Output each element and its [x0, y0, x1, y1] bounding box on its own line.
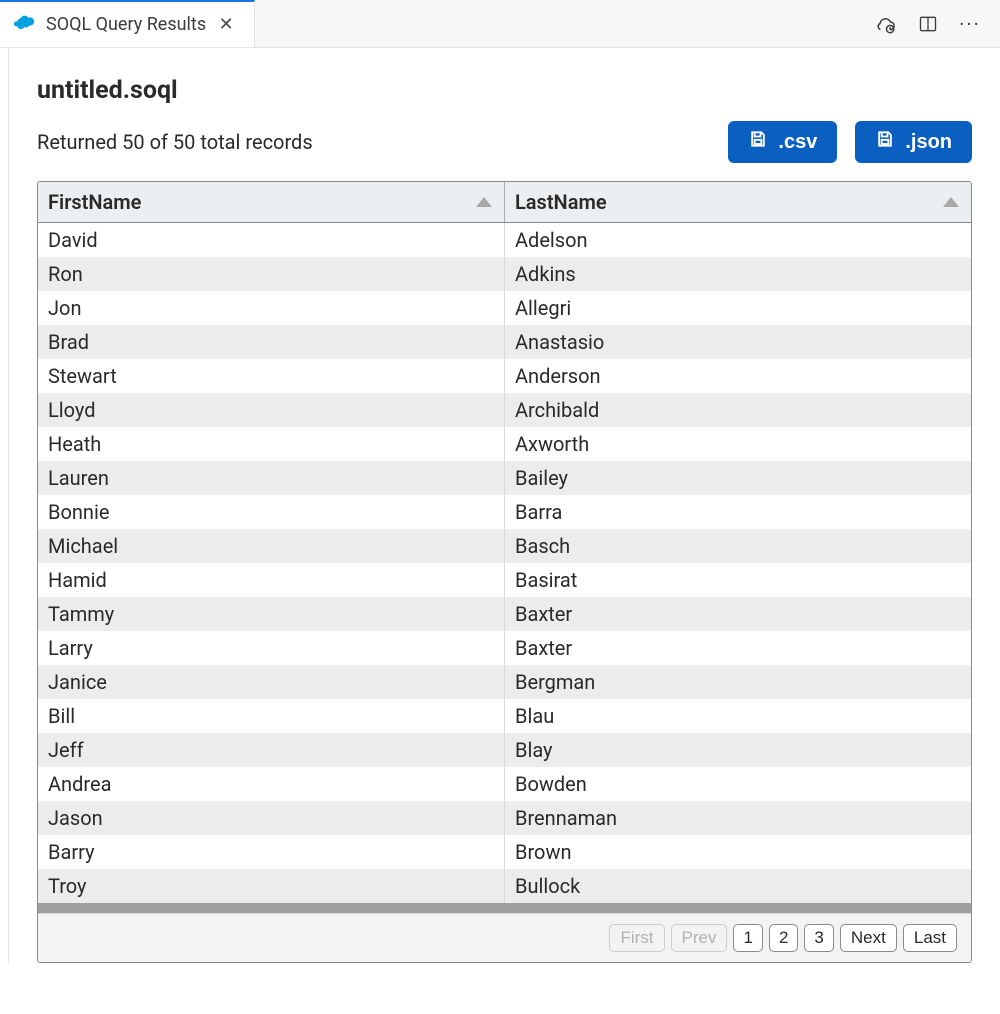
pager-next-button[interactable]: Next [840, 924, 897, 952]
cell-firstname: Jason [38, 801, 505, 835]
cloud-retrieve-icon[interactable] [874, 12, 898, 36]
table-row: TroyBullock [38, 869, 971, 903]
table-header-row: FirstName LastName [38, 182, 971, 223]
table-row: LaurenBailey [38, 461, 971, 495]
cell-lastname: Basch [505, 529, 972, 563]
cell-firstname: Lauren [38, 461, 505, 495]
column-header-label: FirstName [48, 190, 141, 214]
content-area: untitled.soql Returned 50 of 50 total re… [8, 48, 1000, 963]
record-count: Returned 50 of 50 total records [37, 130, 313, 154]
cell-lastname: Barra [505, 495, 972, 529]
cell-firstname: Jeff [38, 733, 505, 767]
table-scrollbar[interactable] [38, 903, 971, 913]
sort-asc-icon [943, 197, 959, 207]
cell-firstname: Hamid [38, 563, 505, 597]
save-icon [748, 129, 768, 155]
column-header-label: LastName [515, 190, 607, 214]
table-row: AndreaBowden [38, 767, 971, 801]
sort-asc-icon [476, 197, 492, 207]
cell-firstname: Bonnie [38, 495, 505, 529]
column-header-lastname[interactable]: LastName [505, 182, 972, 223]
table-row: JonAllegri [38, 291, 971, 325]
cell-lastname: Blau [505, 699, 972, 733]
cell-firstname: Jon [38, 291, 505, 325]
cell-lastname: Allegri [505, 291, 972, 325]
table-row: BarryBrown [38, 835, 971, 869]
cell-lastname: Bergman [505, 665, 972, 699]
cell-lastname: Brennaman [505, 801, 972, 835]
cell-lastname: Archibald [505, 393, 972, 427]
pager-page-button[interactable]: 2 [769, 924, 798, 952]
cell-lastname: Baxter [505, 631, 972, 665]
close-icon[interactable]: ✕ [216, 15, 236, 35]
save-icon [875, 129, 895, 155]
cell-firstname: Stewart [38, 359, 505, 393]
table-row: DavidAdelson [38, 223, 971, 258]
cell-firstname: Troy [38, 869, 505, 903]
table-row: BradAnastasio [38, 325, 971, 359]
cell-firstname: Barry [38, 835, 505, 869]
pager-first-button[interactable]: First [609, 924, 664, 952]
tab-bar: SOQL Query Results ✕ ··· [0, 0, 1000, 48]
cell-lastname: Anastasio [505, 325, 972, 359]
cell-lastname: Basirat [505, 563, 972, 597]
cell-firstname: Larry [38, 631, 505, 665]
table-row: LloydArchibald [38, 393, 971, 427]
cell-lastname: Brown [505, 835, 972, 869]
export-json-label: .json [905, 131, 952, 154]
page-title: untitled.soql [37, 76, 972, 105]
table-row: MichaelBasch [38, 529, 971, 563]
table-row: BonnieBarra [38, 495, 971, 529]
results-table: FirstName LastName DavidAdelsonRonAdkins… [38, 182, 971, 903]
export-csv-button[interactable]: .csv [728, 121, 837, 163]
cell-firstname: Michael [38, 529, 505, 563]
tab-title: SOQL Query Results [46, 14, 206, 35]
meta-row: Returned 50 of 50 total records .csv .js… [37, 121, 972, 163]
pager-page-button[interactable]: 1 [733, 924, 762, 952]
active-tab[interactable]: SOQL Query Results ✕ [0, 0, 255, 47]
table-row: TammyBaxter [38, 597, 971, 631]
table-row: RonAdkins [38, 257, 971, 291]
cell-lastname: Baxter [505, 597, 972, 631]
column-header-firstname[interactable]: FirstName [38, 182, 505, 223]
salesforce-cloud-icon [14, 14, 36, 35]
editor-actions: ··· [874, 12, 1000, 36]
cell-lastname: Adkins [505, 257, 972, 291]
pager-page-button[interactable]: 3 [804, 924, 833, 952]
table-row: JeffBlay [38, 733, 971, 767]
table-row: LarryBaxter [38, 631, 971, 665]
cell-firstname: Janice [38, 665, 505, 699]
export-csv-label: .csv [778, 131, 817, 154]
pager-last-button[interactable]: Last [903, 924, 957, 952]
cell-lastname: Bailey [505, 461, 972, 495]
results-table-container: FirstName LastName DavidAdelsonRonAdkins… [37, 181, 972, 963]
cell-firstname: Andrea [38, 767, 505, 801]
cell-firstname: Ron [38, 257, 505, 291]
cell-lastname: Adelson [505, 223, 972, 258]
cell-firstname: Brad [38, 325, 505, 359]
cell-lastname: Bowden [505, 767, 972, 801]
table-row: HeathAxworth [38, 427, 971, 461]
pager-prev-button[interactable]: Prev [671, 924, 728, 952]
table-row: JasonBrennaman [38, 801, 971, 835]
cell-firstname: Tammy [38, 597, 505, 631]
table-row: BillBlau [38, 699, 971, 733]
cell-lastname: Anderson [505, 359, 972, 393]
cell-firstname: David [38, 223, 505, 258]
table-row: JaniceBergman [38, 665, 971, 699]
split-editor-icon[interactable] [916, 12, 940, 36]
cell-firstname: Lloyd [38, 393, 505, 427]
cell-lastname: Axworth [505, 427, 972, 461]
cell-lastname: Bullock [505, 869, 972, 903]
cell-lastname: Blay [505, 733, 972, 767]
cell-firstname: Heath [38, 427, 505, 461]
pager: First Prev 123 Next Last [38, 913, 971, 962]
export-json-button[interactable]: .json [855, 121, 972, 163]
table-row: StewartAnderson [38, 359, 971, 393]
more-actions-icon[interactable]: ··· [958, 12, 982, 36]
cell-firstname: Bill [38, 699, 505, 733]
export-buttons: .csv .json [728, 121, 972, 163]
table-row: HamidBasirat [38, 563, 971, 597]
